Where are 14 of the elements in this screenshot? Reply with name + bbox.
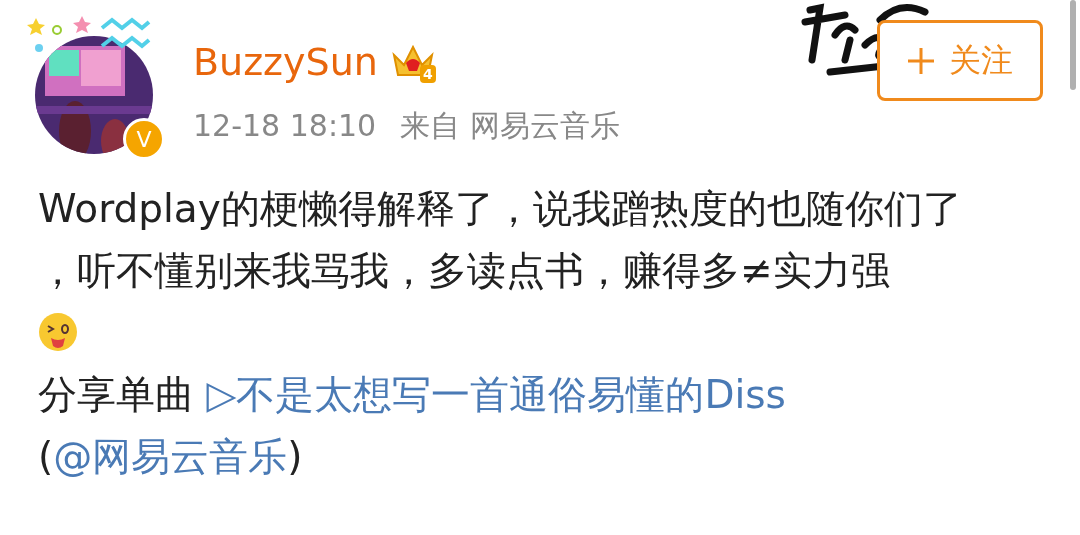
post-text: Wordplay的梗懒得解释了，说我蹭热度的也随你们了 — [38, 185, 963, 233]
share-text: 分享单曲 ▷不是太想写一首通俗易懂的Diss (@网易云音乐) — [38, 371, 787, 481]
post-source: 来自 网易云音乐 — [400, 108, 620, 144]
plus-icon — [907, 46, 935, 75]
song-link[interactable]: ▷不是太想写一首通俗易懂的Diss — [206, 372, 786, 417]
post-text: ，听不懂别来我骂我，多读点书，赚得多≠实力强 — [38, 247, 891, 295]
post-time: 12-18 18:10 — [193, 108, 377, 144]
follow-button[interactable]: 关注 — [877, 20, 1043, 101]
member-level-badge: 4 — [420, 65, 436, 83]
verified-badge: V — [123, 118, 165, 160]
mention-link[interactable]: @网易云音乐 — [53, 434, 288, 479]
author-name[interactable]: BuzzySun — [193, 38, 378, 86]
scrollbar[interactable] — [1070, 0, 1076, 90]
tongue-emoji-icon — [38, 312, 78, 352]
